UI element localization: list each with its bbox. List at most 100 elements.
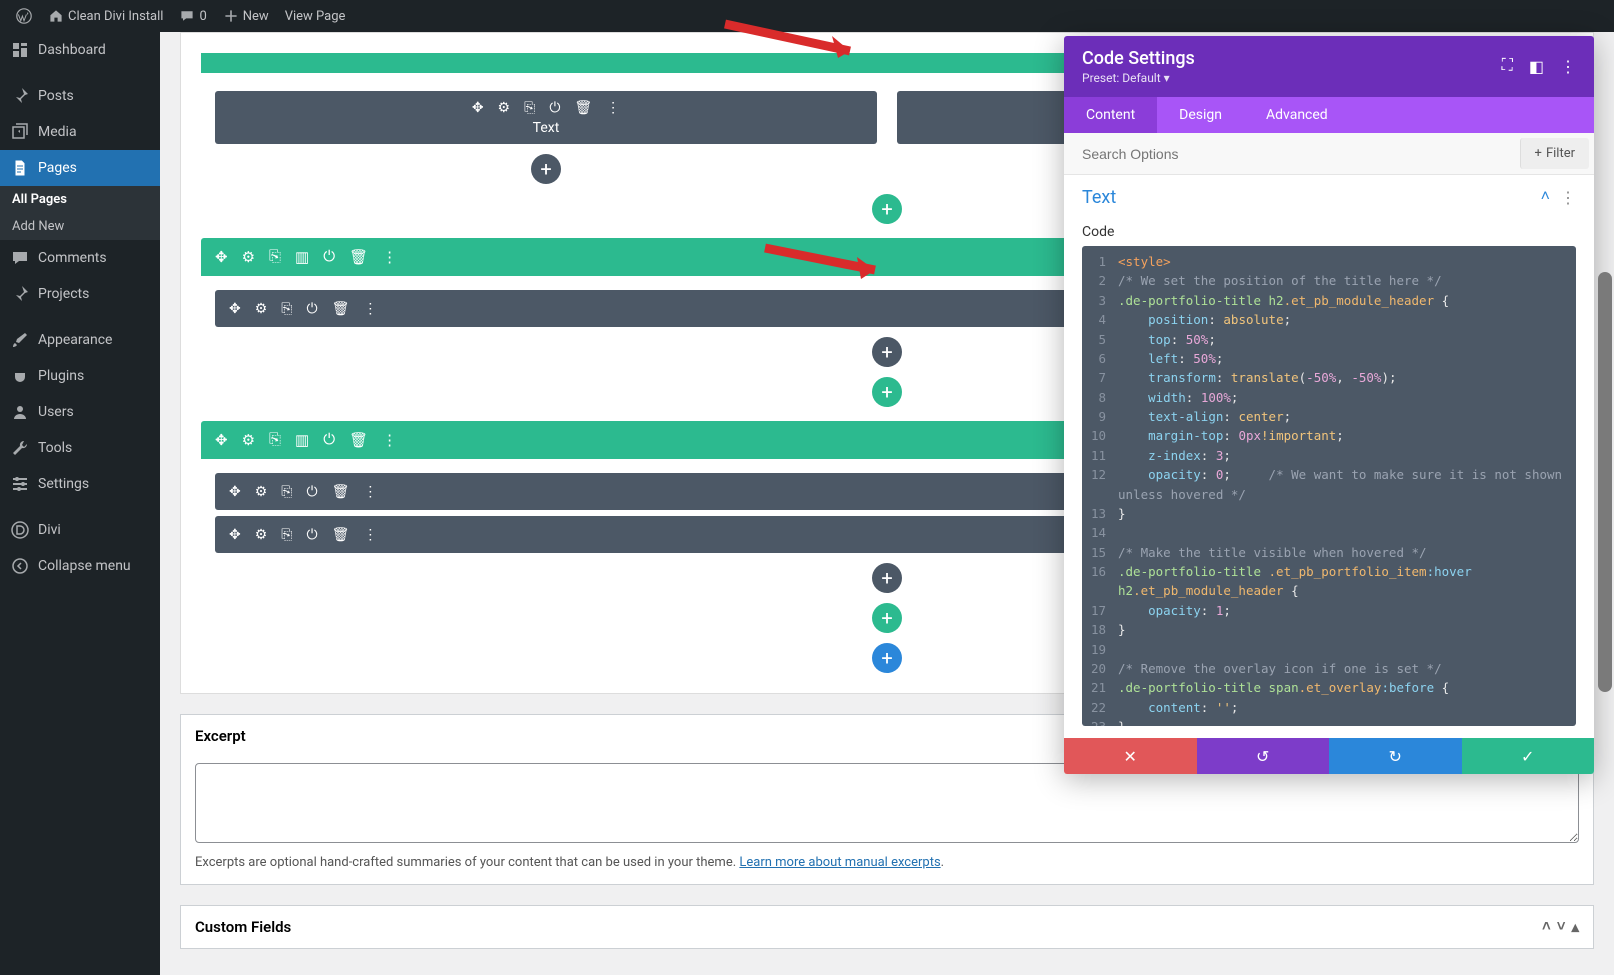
modal-header[interactable]: Code Settings Preset: Default ▾ ⛶ ◧ ⋮ — [1064, 36, 1594, 97]
move-icon[interactable]: ✥ — [215, 431, 228, 449]
power-icon[interactable]: ⏻ — [307, 526, 318, 543]
filter-button[interactable]: +Filter — [1520, 138, 1589, 169]
module-label: Text — [223, 120, 869, 136]
add-module-button[interactable]: + — [872, 563, 902, 593]
duplicate-icon[interactable]: ⎘ — [269, 431, 281, 449]
power-icon[interactable]: ⏻ — [323, 431, 335, 449]
more-icon[interactable]: ⋮ — [606, 99, 620, 116]
sidebar-item-media[interactable]: Media — [0, 114, 160, 150]
duplicate-icon[interactable]: ⎘ — [281, 526, 292, 543]
power-icon[interactable]: ⏻ — [307, 483, 318, 500]
modal-preset[interactable]: Preset: Default ▾ — [1082, 71, 1502, 85]
expand-icon[interactable]: ⛶ — [1502, 57, 1513, 77]
add-section-button[interactable]: + — [872, 643, 902, 673]
snap-icon[interactable]: ◧ — [1529, 57, 1544, 77]
chevron-up-icon[interactable]: ˄ — [1541, 188, 1550, 208]
sidebar-item-comments[interactable]: Comments — [0, 240, 160, 276]
gear-icon[interactable]: ⚙ — [255, 483, 268, 500]
add-row-button[interactable]: + — [872, 603, 902, 633]
move-icon[interactable]: ✥ — [229, 483, 241, 500]
more-icon[interactable]: ⋮ — [363, 300, 377, 317]
sidebar-item-plugins[interactable]: Plugins — [0, 358, 160, 394]
more-icon[interactable]: ⋮ — [382, 248, 397, 266]
power-icon[interactable]: ⏻ — [549, 99, 560, 116]
sidebar-item-projects[interactable]: Projects — [0, 276, 160, 312]
duplicate-icon[interactable]: ⎘ — [281, 483, 292, 500]
site-name-link[interactable]: Clean Divi Install — [40, 0, 171, 32]
comments-link[interactable]: 0 — [171, 0, 214, 32]
trash-icon[interactable]: 🗑 — [574, 99, 592, 116]
trash-icon[interactable]: 🗑 — [332, 300, 350, 317]
move-icon[interactable]: ✥ — [215, 248, 228, 266]
add-row-button[interactable]: + — [872, 377, 902, 407]
gear-icon[interactable]: ⚙ — [255, 526, 268, 543]
power-icon[interactable]: ⏻ — [307, 300, 318, 317]
trash-icon[interactable]: 🗑 — [349, 248, 368, 266]
sidebar-item-users[interactable]: Users — [0, 394, 160, 430]
more-icon[interactable]: ⋮ — [1560, 57, 1576, 77]
duplicate-icon[interactable]: ⎘ — [281, 300, 292, 317]
trash-icon[interactable]: 🗑 — [332, 483, 350, 500]
new-content-link[interactable]: New — [215, 0, 277, 32]
gear-icon[interactable]: ⚙ — [242, 248, 255, 266]
trash-icon[interactable]: 🗑 — [332, 526, 350, 543]
add-module-button[interactable]: + — [872, 337, 902, 367]
move-icon[interactable]: ✥ — [229, 300, 241, 317]
redo-button[interactable]: ↻ — [1329, 738, 1462, 774]
view-page-link[interactable]: View Page — [277, 0, 354, 32]
admin-sidebar: Dashboard Posts Media Pages All Pages Ad… — [0, 32, 160, 975]
chevron-up-icon[interactable]: ˄ — [1542, 918, 1551, 936]
excerpt-textarea[interactable] — [195, 763, 1579, 843]
cancel-button[interactable]: ✕ — [1064, 738, 1197, 774]
more-icon[interactable]: ⋮ — [363, 526, 377, 543]
sidebar-item-appearance[interactable]: Appearance — [0, 322, 160, 358]
gear-icon[interactable]: ⚙ — [242, 431, 255, 449]
sidebar-item-pages[interactable]: Pages — [0, 150, 160, 186]
section-title: Text — [1082, 187, 1541, 208]
scrollbar-thumb[interactable] — [1598, 272, 1612, 692]
move-icon[interactable]: ✥ — [229, 526, 241, 543]
search-input[interactable] — [1064, 134, 1515, 174]
modal-section-header[interactable]: Text ˄ ⋮ — [1064, 175, 1594, 214]
tab-advanced[interactable]: Advanced — [1244, 97, 1350, 133]
duplicate-icon[interactable]: ⎘ — [524, 99, 535, 116]
sidebar-sub-all-pages[interactable]: All Pages — [0, 186, 160, 213]
gear-icon[interactable]: ⚙ — [498, 99, 511, 116]
code-editor[interactable]: 1<style>2/* We set the position of the t… — [1082, 246, 1576, 726]
sidebar-submenu-pages: All Pages Add New — [0, 186, 160, 240]
tab-design[interactable]: Design — [1157, 97, 1244, 133]
columns-icon[interactable]: ▥ — [295, 248, 309, 266]
power-icon[interactable]: ⏻ — [323, 248, 335, 266]
columns-icon[interactable]: ▥ — [295, 431, 309, 449]
wp-logo[interactable] — [8, 0, 40, 32]
duplicate-icon[interactable]: ⎘ — [269, 248, 281, 266]
custom-fields-header[interactable]: Custom Fields ˄ ˅ ▴ — [181, 906, 1593, 948]
code-field-label: Code — [1064, 214, 1594, 246]
excerpt-help-link[interactable]: Learn more about manual excerpts — [739, 855, 940, 870]
more-icon[interactable]: ⋮ — [1560, 188, 1576, 208]
module-text[interactable]: ✥ ⚙ ⎘ ⏻ 🗑 ⋮ Text — [215, 91, 877, 144]
pages-icon — [10, 158, 30, 178]
page-scrollbar[interactable] — [1598, 32, 1612, 975]
sidebar-item-posts[interactable]: Posts — [0, 78, 160, 114]
undo-button[interactable]: ↺ — [1197, 738, 1330, 774]
gear-icon[interactable]: ⚙ — [255, 300, 268, 317]
trash-icon[interactable]: 🗑 — [349, 431, 368, 449]
add-module-button[interactable]: + — [531, 154, 561, 184]
more-icon[interactable]: ⋮ — [382, 431, 397, 449]
sidebar-item-divi[interactable]: Divi — [0, 512, 160, 548]
home-icon — [48, 8, 64, 24]
move-icon[interactable]: ✥ — [472, 99, 484, 116]
more-icon[interactable]: ⋮ — [363, 483, 377, 500]
save-button[interactable]: ✓ — [1462, 738, 1595, 774]
sidebar-item-settings[interactable]: Settings — [0, 466, 160, 502]
comments-count: 0 — [199, 9, 206, 24]
sidebar-item-tools[interactable]: Tools — [0, 430, 160, 466]
sidebar-sub-add-new[interactable]: Add New — [0, 213, 160, 240]
chevron-down-icon[interactable]: ˅ — [1557, 918, 1566, 936]
sidebar-item-collapse[interactable]: Collapse menu — [0, 548, 160, 584]
sidebar-item-dashboard[interactable]: Dashboard — [0, 32, 160, 68]
caret-up-icon[interactable]: ▴ — [1571, 918, 1579, 936]
tab-content[interactable]: Content — [1064, 97, 1157, 133]
add-row-button[interactable]: + — [872, 194, 902, 224]
